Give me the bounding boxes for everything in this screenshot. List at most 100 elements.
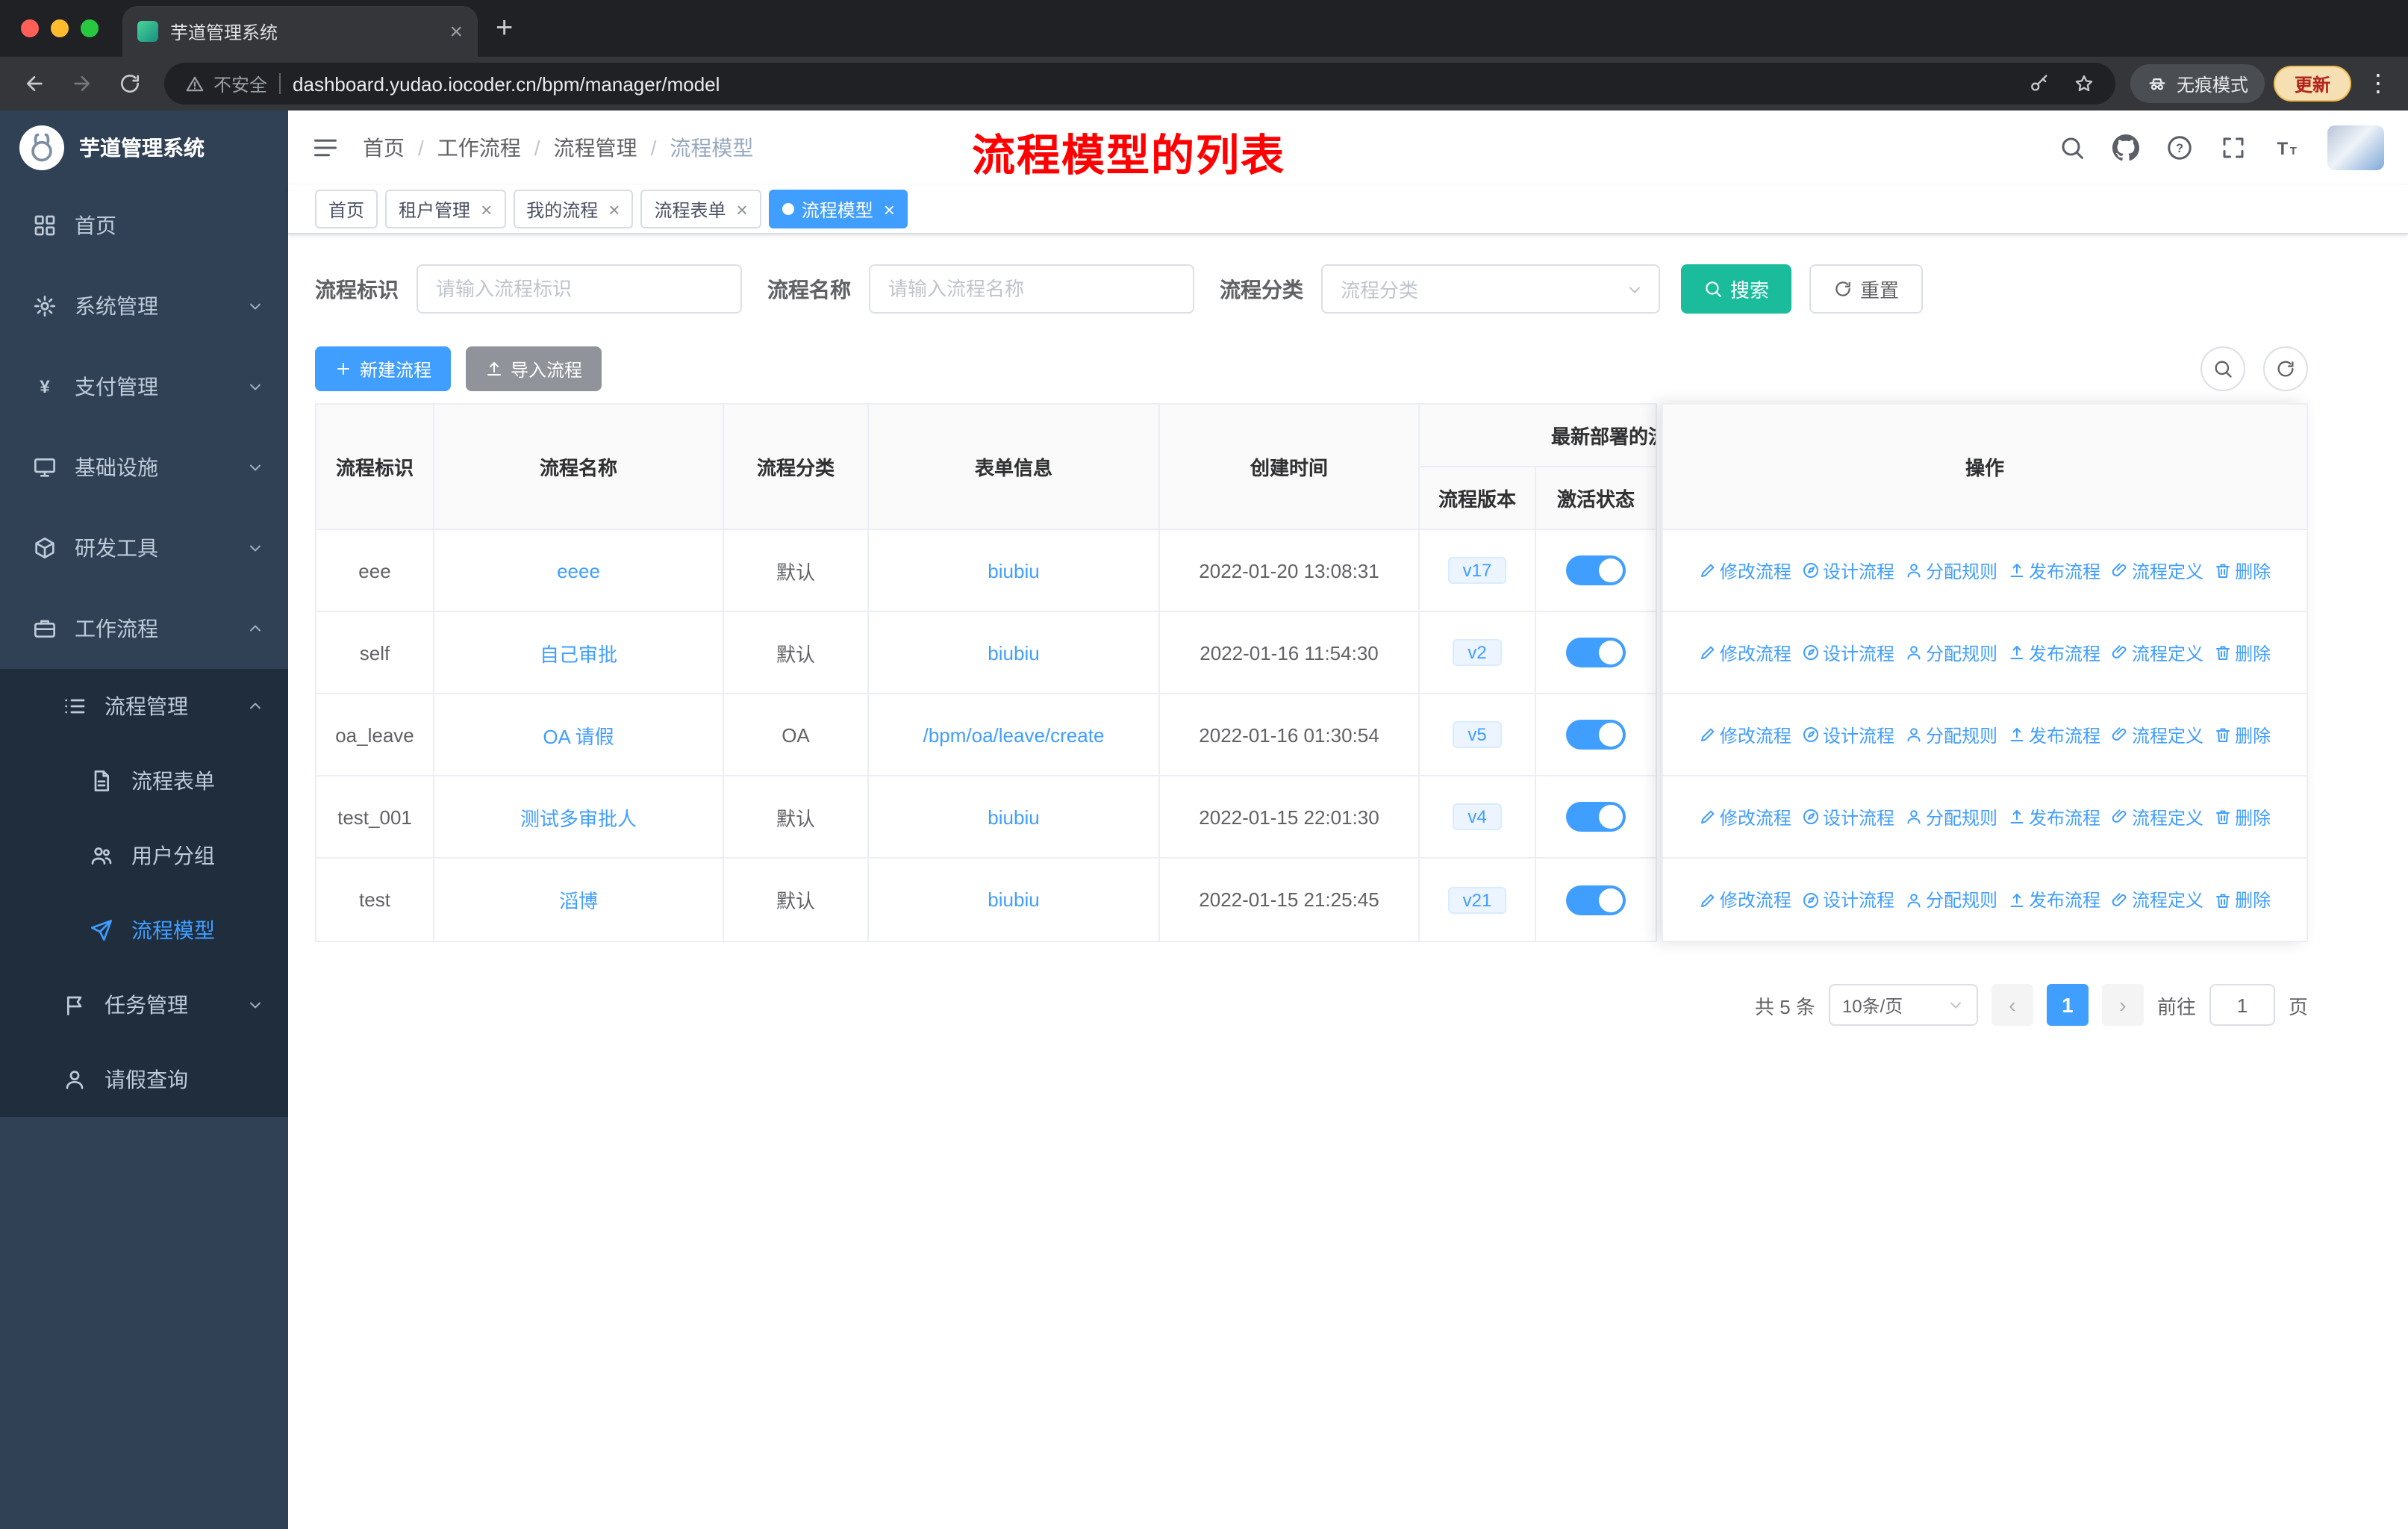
action-assign-user-link[interactable]: 分配规则 (1905, 722, 1997, 747)
action-assign-user-link[interactable]: 分配规则 (1905, 558, 1997, 583)
version-badge[interactable]: v4 (1453, 803, 1502, 830)
view-tag[interactable]: 流程表单 × (640, 190, 761, 228)
goto-page-input[interactable] (2209, 984, 2275, 1026)
password-key-icon[interactable] (2029, 73, 2050, 94)
sidebar-item-system-management[interactable]: 系统管理 (0, 266, 288, 346)
sidebar-item-workflow[interactable]: 工作流程 (0, 588, 288, 669)
process-name-link[interactable]: eeee (557, 559, 600, 582)
action-design-link[interactable]: 设计流程 (1802, 558, 1894, 583)
bookmark-star-icon[interactable] (2074, 73, 2094, 94)
sidebar-item-leave-query[interactable]: 请假查询 (0, 1042, 288, 1117)
sidebar-item-infrastructure[interactable]: 基础设施 (0, 427, 288, 508)
form-info-link[interactable]: /bpm/oa/leave/create (923, 723, 1105, 746)
process-name-link[interactable]: OA 请假 (543, 720, 614, 749)
active-status-toggle[interactable] (1566, 885, 1626, 915)
process-name-link[interactable]: 自己审批 (540, 638, 617, 667)
address-bar[interactable]: 不安全 dashboard.yudao.iocoder.cn/bpm/manag… (164, 63, 2115, 105)
action-edit-link[interactable]: 修改流程 (1699, 804, 1791, 829)
sidebar-item-home[interactable]: 首页 (0, 185, 288, 266)
process-name-link[interactable]: 滔博 (559, 885, 598, 914)
help-icon[interactable]: ? (2166, 134, 2193, 161)
browser-update-button[interactable]: 更新 (2273, 66, 2351, 102)
action-assign-user-link[interactable]: 分配规则 (1905, 804, 1997, 829)
sidebar-item-process-management[interactable]: 流程管理 (0, 669, 288, 744)
fullscreen-icon[interactable] (2220, 134, 2247, 161)
action-edit-link[interactable]: 修改流程 (1699, 887, 1791, 912)
new-tab-button[interactable]: + (496, 13, 513, 43)
sidebar-item-process-model[interactable]: 流程模型 (0, 893, 288, 968)
active-status-toggle[interactable] (1566, 638, 1626, 667)
form-info-link[interactable]: biubiu (988, 806, 1039, 828)
action-trash-link[interactable]: 删除 (2214, 558, 2271, 583)
browser-menu-icon[interactable]: ⋮ (2366, 69, 2390, 99)
form-info-link[interactable]: biubiu (988, 641, 1039, 664)
window-zoom-button[interactable] (81, 19, 99, 37)
action-trash-link[interactable]: 删除 (2214, 804, 2271, 829)
tag-close-icon[interactable]: × (737, 199, 748, 219)
import-process-button[interactable]: 导入流程 (466, 346, 602, 391)
create-process-button[interactable]: 新建流程 (315, 346, 452, 391)
process-category-select[interactable]: 流程分类 (1321, 264, 1660, 314)
user-avatar[interactable] (2327, 125, 2384, 170)
action-definition-link[interactable]: 流程定义 (2111, 640, 2203, 665)
action-edit-link[interactable]: 修改流程 (1699, 640, 1791, 665)
github-icon[interactable] (2112, 134, 2139, 161)
forward-button[interactable] (63, 64, 102, 103)
reset-button[interactable]: 重置 (1809, 264, 1924, 314)
tag-close-icon[interactable]: × (884, 199, 895, 219)
next-page-button[interactable]: › (2101, 984, 2144, 1026)
active-status-toggle[interactable] (1566, 802, 1626, 832)
action-publish-link[interactable]: 发布流程 (2008, 887, 2100, 912)
view-tag[interactable]: 租户管理 × (385, 190, 506, 228)
action-design-link[interactable]: 设计流程 (1802, 804, 1894, 829)
process-name-link[interactable]: 测试多审批人 (520, 803, 637, 831)
version-badge[interactable]: v2 (1453, 639, 1502, 666)
breadcrumb-item-home[interactable]: 首页 (363, 133, 405, 163)
action-trash-link[interactable]: 删除 (2214, 640, 2271, 665)
version-badge[interactable]: v17 (1447, 557, 1507, 584)
action-edit-link[interactable]: 修改流程 (1699, 722, 1791, 747)
breadcrumb-item-workflow[interactable]: 工作流程 (405, 133, 521, 163)
action-design-link[interactable]: 设计流程 (1802, 887, 1894, 912)
tag-close-icon[interactable]: × (481, 199, 492, 219)
version-badge[interactable]: v21 (1447, 886, 1507, 913)
action-edit-link[interactable]: 修改流程 (1699, 558, 1791, 583)
view-tag[interactable]: 我的流程 × (513, 190, 634, 228)
action-publish-link[interactable]: 发布流程 (2008, 804, 2100, 829)
page-size-select[interactable]: 10条/页 (1828, 984, 1978, 1026)
reload-button[interactable] (110, 64, 149, 103)
collapse-sidebar-button[interactable] (312, 134, 339, 161)
breadcrumb-item-process-management[interactable]: 流程管理 (521, 133, 637, 163)
sidebar-item-user-group[interactable]: 用户分组 (0, 818, 288, 893)
process-name-input[interactable] (869, 264, 1194, 314)
action-publish-link[interactable]: 发布流程 (2008, 558, 2100, 583)
action-definition-link[interactable]: 流程定义 (2111, 804, 2203, 829)
form-info-link[interactable]: biubiu (988, 559, 1039, 582)
action-publish-link[interactable]: 发布流程 (2008, 722, 2100, 747)
search-button[interactable]: 搜索 (1681, 264, 1792, 314)
active-status-toggle[interactable] (1566, 720, 1626, 750)
sidebar-item-dev-tools[interactable]: 研发工具 (0, 508, 288, 588)
security-indicator[interactable]: 不安全 (185, 71, 267, 96)
action-design-link[interactable]: 设计流程 (1802, 722, 1894, 747)
action-design-link[interactable]: 设计流程 (1802, 640, 1894, 665)
show-search-button[interactable] (2200, 346, 2245, 391)
action-definition-link[interactable]: 流程定义 (2111, 558, 2203, 583)
view-tag-active[interactable]: 流程模型 × (768, 190, 908, 228)
search-icon[interactable] (2059, 134, 2086, 161)
window-minimize-button[interactable] (51, 19, 69, 37)
action-trash-link[interactable]: 删除 (2214, 722, 2271, 747)
back-button[interactable] (15, 64, 54, 103)
app-logo[interactable]: 芋道管理系统 (0, 110, 288, 185)
action-publish-link[interactable]: 发布流程 (2008, 640, 2100, 665)
prev-page-button[interactable]: ‹ (1991, 984, 2033, 1026)
font-size-icon[interactable]: TT (2274, 134, 2301, 161)
refresh-table-button[interactable] (2263, 346, 2308, 391)
action-definition-link[interactable]: 流程定义 (2111, 722, 2203, 747)
action-assign-user-link[interactable]: 分配规则 (1905, 887, 1997, 912)
window-close-button[interactable] (21, 19, 39, 37)
sidebar-item-payment-management[interactable]: ¥ 支付管理 (0, 346, 288, 427)
sidebar-item-task-management[interactable]: 任务管理 (0, 968, 288, 1042)
sidebar-item-process-form[interactable]: 流程表单 (0, 744, 288, 818)
browser-tab[interactable]: 芋道管理系统 × (122, 6, 478, 57)
